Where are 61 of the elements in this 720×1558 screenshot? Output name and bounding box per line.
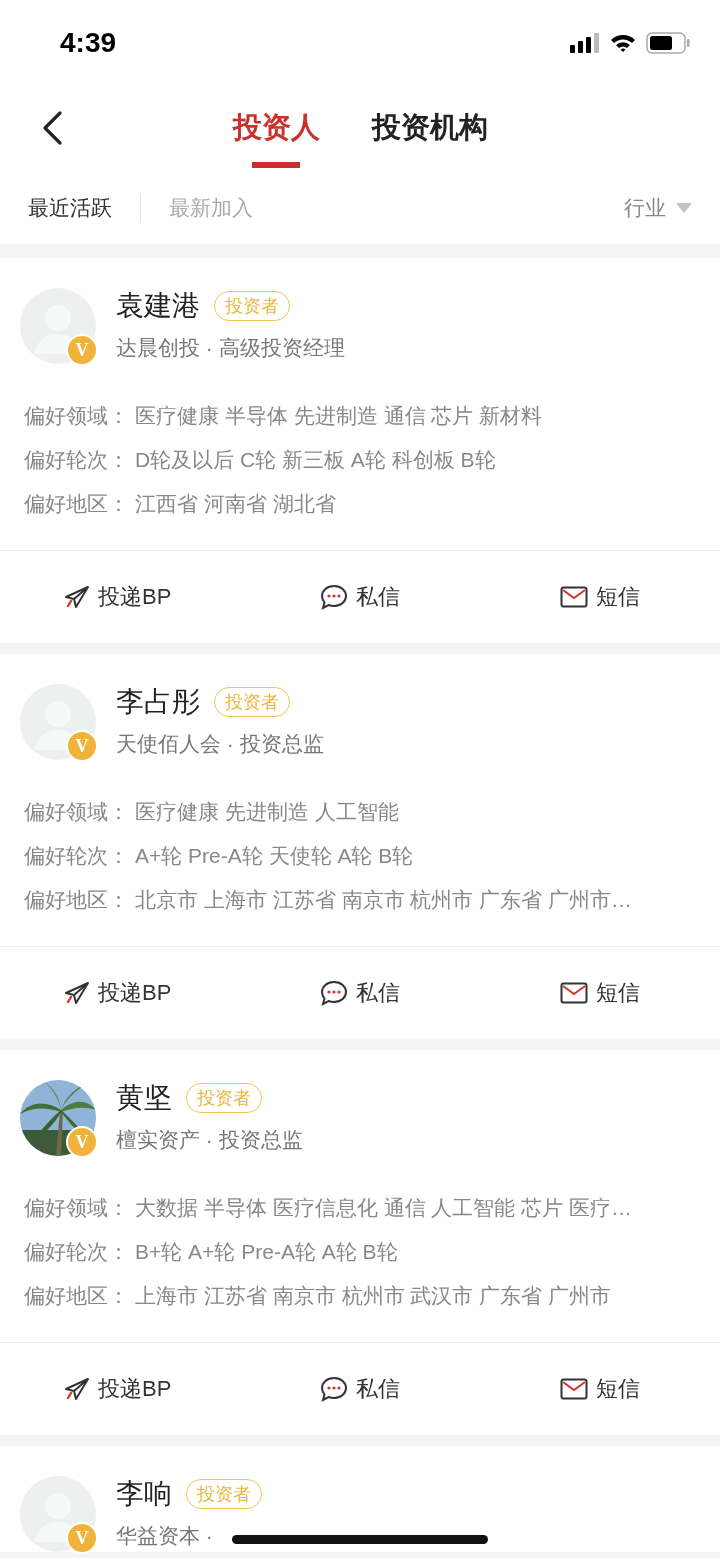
paper-plane-icon <box>64 1377 90 1401</box>
envelope-icon <box>560 982 588 1004</box>
preference-label: 偏好领域： <box>24 1195 129 1221</box>
action-button[interactable]: 投递BP <box>64 978 172 1008</box>
action-button[interactable]: 投递BP <box>64 582 172 612</box>
action-button[interactable]: 私信 <box>320 582 400 612</box>
wifi-icon <box>610 33 636 53</box>
status-time: 4:39 <box>60 27 117 59</box>
investor-card[interactable]: V 李占彤 投资者 天使佰人会 · 投资总监 偏好领域： 医疗健康 先进制造 人工智能 偏好轮次： A+轮 Pre-A轮 天使轮 A轮 B轮 偏好地区： 北京市 上海市 江苏省 南京市 杭州市 广东省 广州市… 投递BP 私信 短信 <box>0 654 720 1039</box>
investor-subtitle: 檀实资产 · 投资总监 <box>116 1127 303 1153</box>
paper-plane-icon <box>64 981 90 1005</box>
action-button[interactable]: 短信 <box>560 582 640 612</box>
signal-icon <box>570 33 600 53</box>
verified-badge: V <box>66 334 98 366</box>
verified-badge: V <box>66 730 98 762</box>
investor-subtitle: 天使佰人会 · 投资总监 <box>116 731 324 757</box>
investor-name: 李占彤 <box>116 685 200 719</box>
paper-plane-icon <box>64 585 90 609</box>
dropdown-icon <box>676 203 692 213</box>
investor-name: 袁建港 <box>116 289 200 323</box>
envelope-icon <box>560 586 588 608</box>
investor-name: 黄坚 <box>116 1081 172 1115</box>
envelope-icon <box>560 1378 588 1400</box>
action-button[interactable]: 私信 <box>320 978 400 1008</box>
investor-name: 李响 <box>116 1477 172 1511</box>
preference-value: 医疗健康 半导体 先进制造 通信 芯片 新材料 <box>135 403 543 429</box>
industry-filter[interactable]: 行业 <box>624 194 692 222</box>
preference-value: 江西省 河南省 湖北省 <box>135 491 336 517</box>
preference-value: B+轮 A+轮 Pre-A轮 A轮 B轮 <box>135 1239 398 1265</box>
chat-bubble-icon <box>320 584 348 610</box>
preference-value: 医疗健康 先进制造 人工智能 <box>135 799 399 825</box>
preference-value: 北京市 上海市 江苏省 南京市 杭州市 广东省 广州市… <box>135 887 632 913</box>
verified-badge: V <box>66 1522 98 1554</box>
preference-label: 偏好地区： <box>24 887 129 913</box>
investor-card[interactable]: V 黄坚 投资者 檀实资产 · 投资总监 偏好领域： 大数据 半导体 医疗信息化 通信 人工智能 芯片 医疗… 偏好轮次： B+轮 A+轮 Pre-A轮 A轮 B轮 偏好地区： 上海市 江苏省 南京市 杭州市 武汉市 广东省 广州市 投递BP 私信 短信 <box>0 1050 720 1435</box>
investor-card[interactable]: V 袁建港 投资者 达晨创投 · 高级投资经理 偏好领域： 医疗健康 半导体 先进制造 通信 芯片 新材料 偏好轮次： D轮及以后 C轮 新三板 A轮 科创板 B轮 偏好地区： 江西省 河南省 湖北省 投递BP 私信 短信 <box>0 258 720 643</box>
investor-subtitle: 达晨创投 · 高级投资经理 <box>116 335 345 361</box>
preference-label: 偏好领域： <box>24 403 129 429</box>
action-button[interactable]: 私信 <box>320 1374 400 1404</box>
sort-option[interactable]: 最近活跃 <box>28 194 112 222</box>
action-button[interactable]: 短信 <box>560 978 640 1008</box>
preference-label: 偏好轮次： <box>24 843 129 869</box>
preference-value: A+轮 Pre-A轮 天使轮 A轮 B轮 <box>135 843 414 869</box>
preference-value: 上海市 江苏省 南京市 杭州市 武汉市 广东省 广州市 <box>135 1283 611 1309</box>
preference-value: D轮及以后 C轮 新三板 A轮 科创板 B轮 <box>135 447 496 473</box>
battery-icon <box>646 32 690 54</box>
preference-label: 偏好地区： <box>24 1283 129 1309</box>
action-button[interactable]: 短信 <box>560 1374 640 1404</box>
investor-card[interactable]: V 李响 投资者 华益资本 · <box>0 1446 720 1552</box>
verified-badge: V <box>66 1126 98 1158</box>
chat-bubble-icon <box>320 980 348 1006</box>
preference-label: 偏好轮次： <box>24 447 129 473</box>
preference-value: 大数据 半导体 医疗信息化 通信 人工智能 芯片 医疗… <box>135 1195 632 1221</box>
preference-label: 偏好轮次： <box>24 1239 129 1265</box>
action-button[interactable]: 投递BP <box>64 1374 172 1404</box>
chat-bubble-icon <box>320 1376 348 1402</box>
tab[interactable]: 投资机构 <box>371 108 488 178</box>
preference-label: 偏好领域： <box>24 799 129 825</box>
preference-label: 偏好地区： <box>24 491 129 517</box>
investor-subtitle: 华益资本 · <box>116 1523 214 1549</box>
tab[interactable]: 投资人 <box>232 108 320 178</box>
